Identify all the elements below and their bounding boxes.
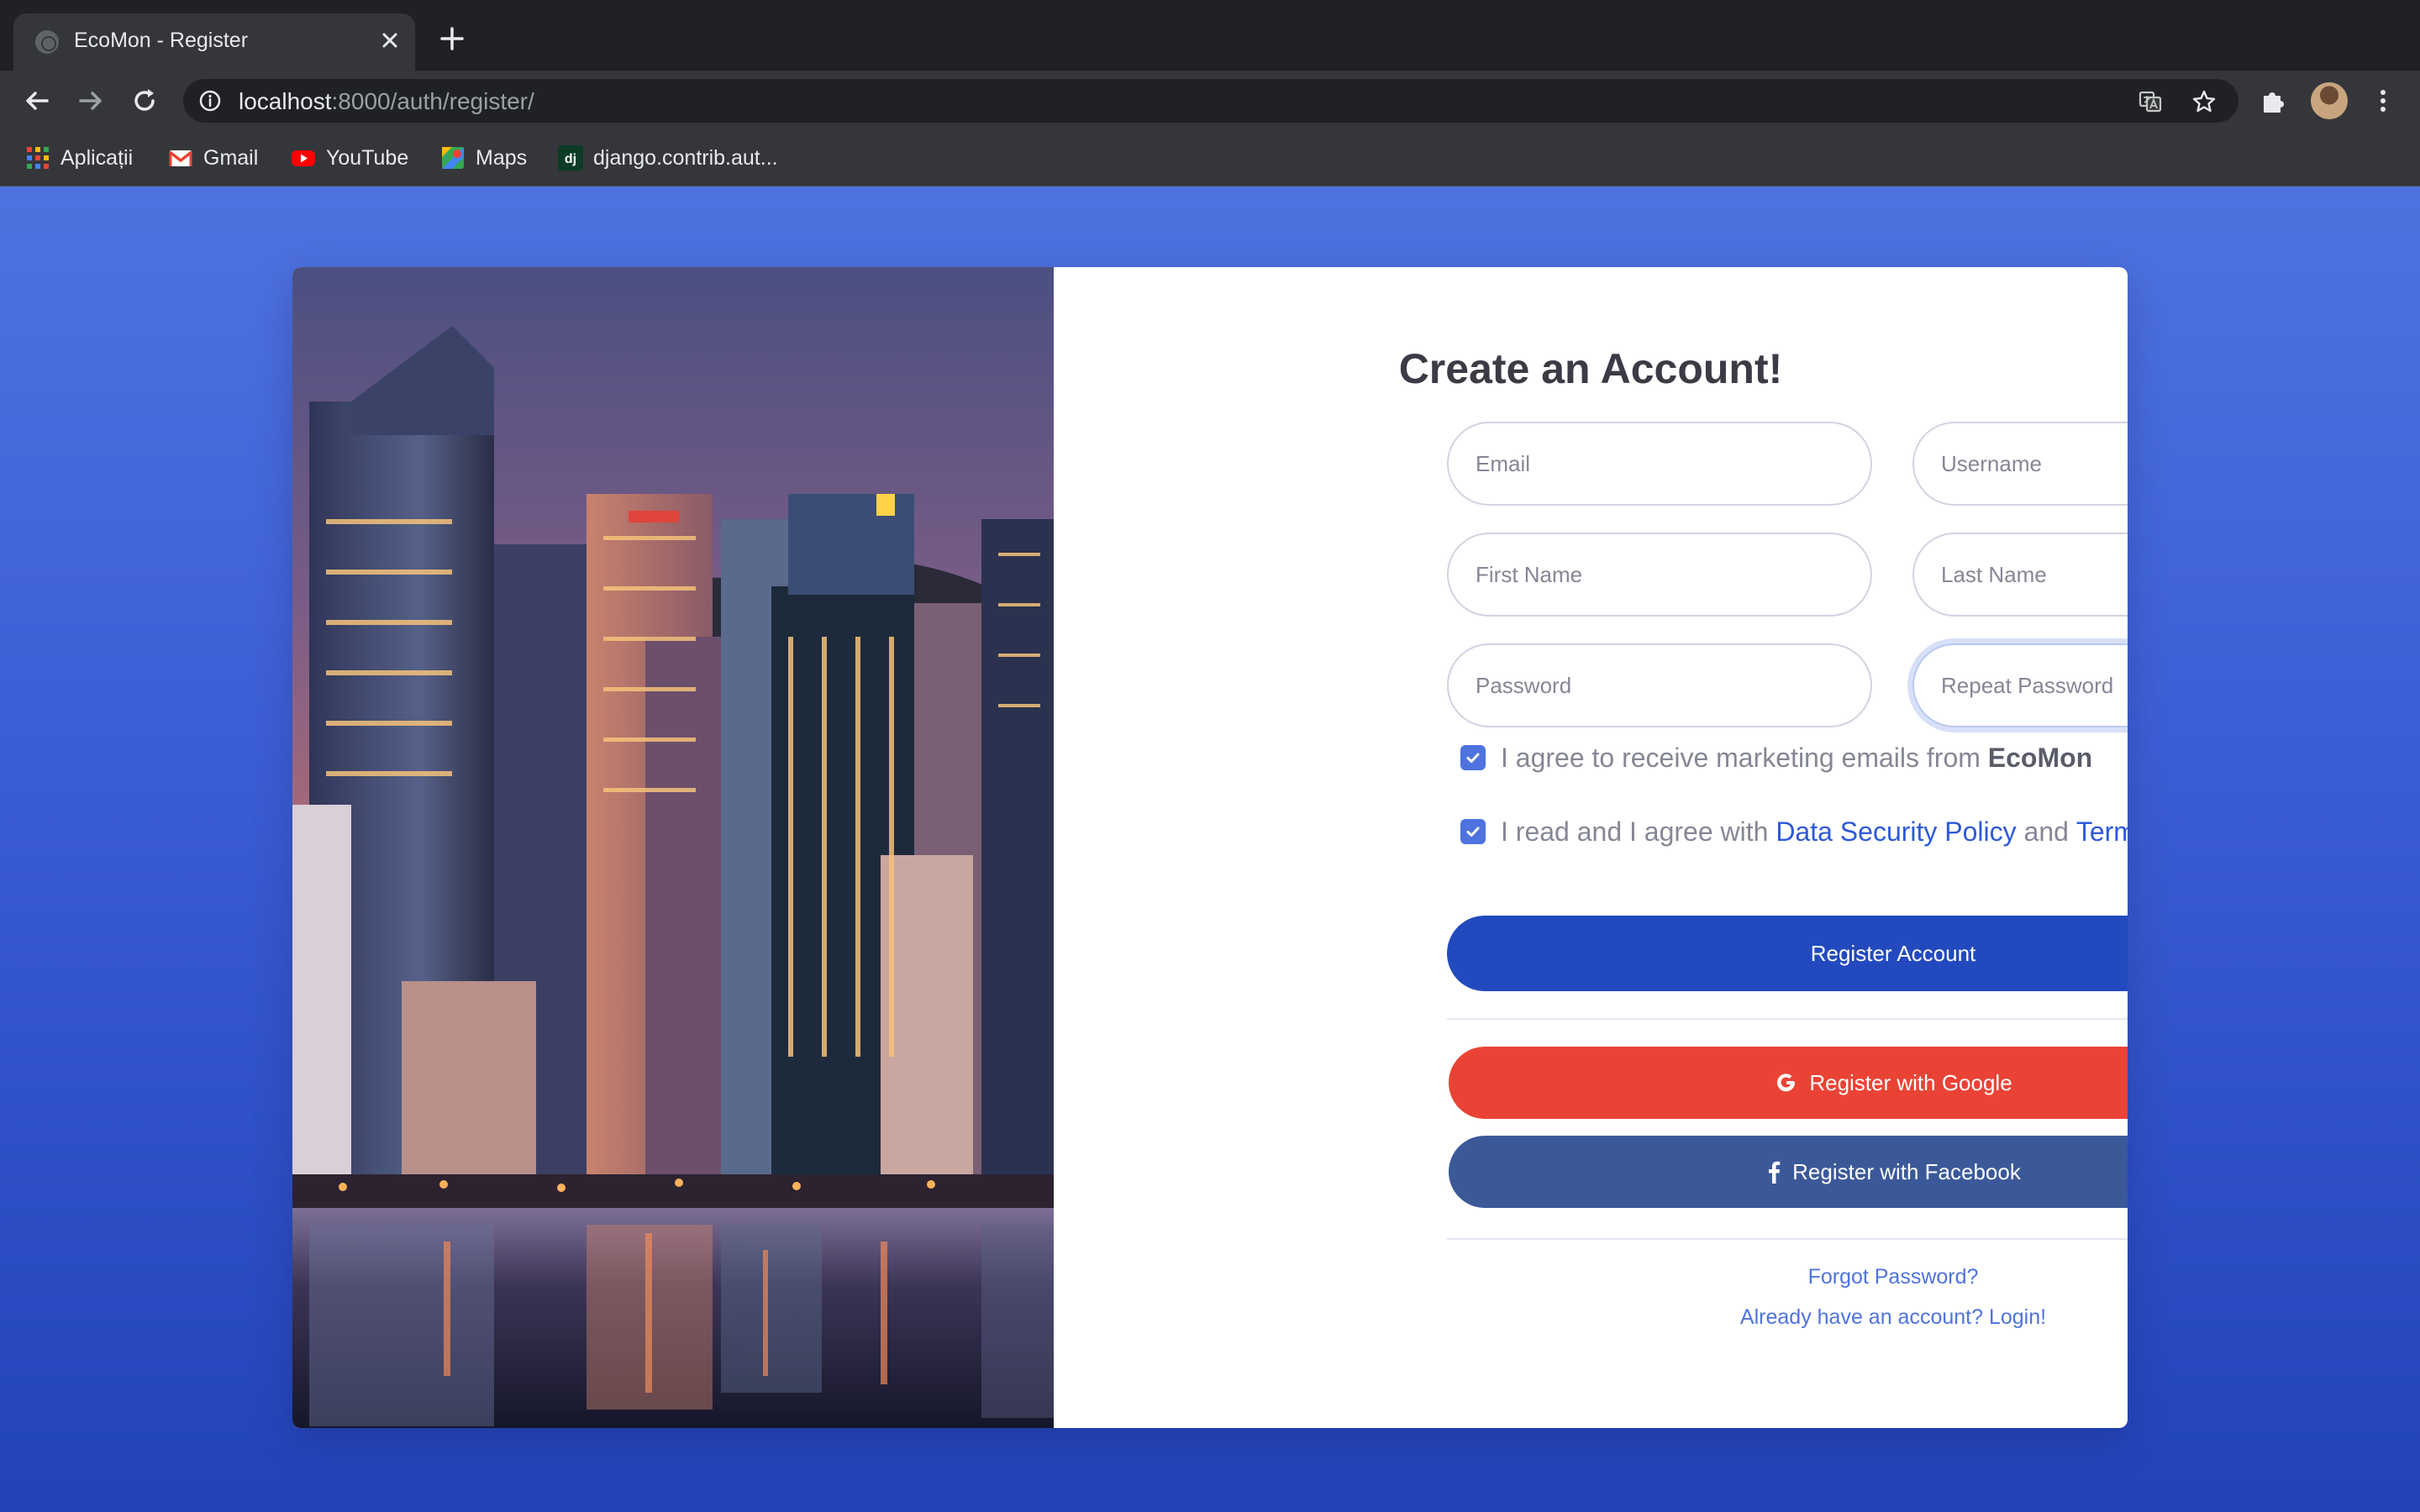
login-link[interactable]: Already have an account? Login! (1447, 1305, 2128, 1330)
kebab-menu-icon[interactable] (2366, 84, 2400, 118)
forgot-password-link[interactable]: Forgot Password? (1447, 1265, 2128, 1289)
last-name-input[interactable] (1912, 533, 2128, 617)
gmail-icon (168, 150, 193, 166)
register-account-button[interactable]: Register Account (1447, 916, 2128, 991)
browser-toolbar: localhost:8000/auth/register/ (0, 71, 2420, 131)
svg-text:dj: dj (565, 152, 576, 166)
url-host: localhost (239, 88, 332, 114)
bookmark-label: Gmail (203, 145, 259, 170)
username-input[interactable] (1912, 422, 2128, 506)
address-bar[interactable]: localhost:8000/auth/register/ (183, 79, 2238, 123)
bookmark-django[interactable]: dj django.contrib.aut... (558, 143, 778, 173)
forward-arrow-icon[interactable] (74, 84, 108, 118)
checkmark-icon (1466, 827, 1480, 837)
divider (1447, 1018, 2128, 1020)
bookmark-youtube[interactable]: YouTube (291, 143, 408, 173)
city-skyline-image (292, 267, 1054, 1428)
data-security-policy-link[interactable]: Data Security Policy (1776, 816, 2016, 848)
marketing-brand: EcoMon (1987, 742, 2093, 773)
bookmark-maps[interactable]: Maps (440, 143, 527, 173)
new-tab-plus-icon[interactable] (435, 22, 469, 55)
bookmarks-bar: Aplicații Gmail YouTube Maps dj django.c… (0, 131, 2420, 186)
bookmark-label: YouTube (326, 145, 409, 170)
marketing-consent-row: I agree to receive marketing emails from… (1460, 739, 2092, 776)
page-background: Create an Account! I agree to receive ma… (0, 186, 2420, 1512)
extensions-puzzle-icon[interactable] (2257, 84, 2291, 118)
reload-icon[interactable] (128, 84, 161, 118)
youtube-icon (292, 150, 315, 166)
apps-grid-icon (27, 147, 49, 169)
bookmark-label: Aplicații (60, 145, 134, 170)
facebook-icon (1769, 1161, 1781, 1184)
google-icon (1777, 1074, 1796, 1092)
email-input[interactable] (1447, 422, 1872, 506)
info-icon[interactable] (198, 89, 222, 113)
register-form: Create an Account! I agree to receive ma… (1054, 267, 2128, 1428)
register-google-button[interactable]: Register with Google (1449, 1047, 2128, 1119)
terms-and-conditions-link[interactable]: Terms and Conditions (2076, 816, 2128, 848)
tab-title: EcoMon - Register (74, 29, 249, 52)
register-facebook-label: Register with Facebook (1792, 1158, 2021, 1184)
password-input[interactable] (1447, 643, 1872, 727)
repeat-password-input[interactable] (1912, 643, 2128, 727)
terms-label-part2: and (2016, 816, 2076, 847)
maps-icon (442, 147, 464, 169)
bookmark-label: Maps (476, 145, 528, 170)
page-title: Create an Account! (1398, 345, 1783, 392)
django-icon: dj (558, 145, 583, 171)
terms-checkbox[interactable] (1460, 819, 1486, 844)
checkmark-icon (1466, 753, 1480, 763)
close-icon[interactable] (375, 25, 405, 55)
marketing-label: I agree to receive marketing emails from (1501, 742, 1988, 773)
back-arrow-icon[interactable] (20, 84, 54, 118)
url-path: :8000/auth/register/ (331, 88, 534, 114)
bookmark-apps[interactable]: Aplicații (25, 143, 133, 173)
marketing-checkbox[interactable] (1460, 745, 1486, 770)
terms-consent-row: I read and I agree with Data Security Po… (1460, 813, 2128, 850)
browser-tabstrip: EcoMon - Register (0, 0, 2420, 71)
url-text[interactable]: localhost:8000/auth/register/ (239, 88, 534, 115)
bookmark-label: django.contrib.aut... (593, 145, 778, 170)
translate-icon[interactable] (2138, 89, 2163, 114)
profile-avatar[interactable] (2311, 82, 2348, 119)
register-card: Create an Account! I agree to receive ma… (292, 267, 2128, 1428)
register-google-label: Register with Google (1809, 1069, 2012, 1095)
terms-label-part1: I read and I agree with (1501, 816, 1776, 847)
bookmark-star-icon[interactable] (2191, 89, 2217, 114)
divider (1447, 1238, 2128, 1240)
globe-icon (35, 30, 59, 54)
browser-tab-active[interactable]: EcoMon - Register (13, 13, 415, 71)
bookmark-gmail[interactable]: Gmail (168, 143, 258, 173)
register-account-label: Register Account (1810, 940, 1976, 966)
first-name-input[interactable] (1447, 533, 1872, 617)
register-facebook-button[interactable]: Register with Facebook (1449, 1136, 2128, 1208)
